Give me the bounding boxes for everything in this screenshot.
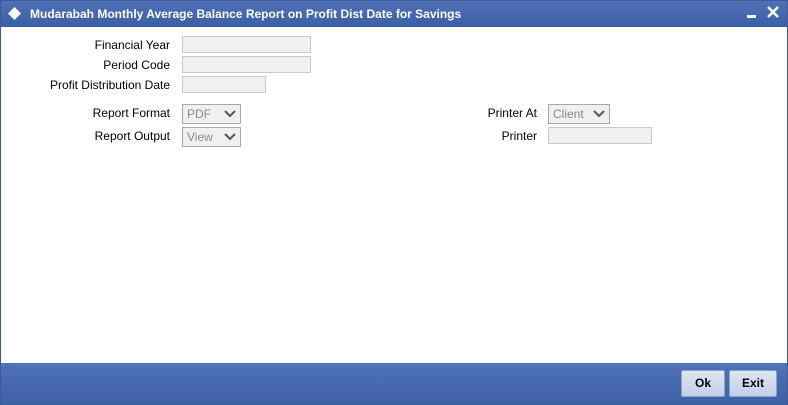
profit-distribution-date-input[interactable] xyxy=(182,76,266,93)
period-code-label: Period Code xyxy=(103,58,170,72)
diamond-icon xyxy=(8,7,21,20)
report-format-value: PDF xyxy=(187,107,211,121)
report-output-label: Report Output xyxy=(94,129,170,143)
report-format-label: Report Format xyxy=(92,106,170,120)
profit-distribution-date-label: Profit Distribution Date xyxy=(49,78,170,92)
report-output-select[interactable]: View xyxy=(182,127,241,147)
printer-at-select[interactable]: Client xyxy=(548,104,610,124)
title-bar: Mudarabah Monthly Average Balance Report… xyxy=(1,1,787,27)
printer-input[interactable] xyxy=(548,127,652,144)
financial-year-input[interactable] xyxy=(182,36,311,53)
minimize-icon[interactable] xyxy=(743,4,761,22)
exit-button[interactable]: Exit xyxy=(729,370,777,397)
footer-bar: Ok Exit xyxy=(1,363,787,404)
report-format-select[interactable]: PDF xyxy=(182,104,241,124)
printer-label: Printer xyxy=(501,129,537,143)
printer-at-value: Client xyxy=(553,107,584,121)
ok-button[interactable]: Ok xyxy=(681,370,725,397)
window-title: Mudarabah Monthly Average Balance Report… xyxy=(30,7,462,21)
chevron-down-icon xyxy=(593,110,605,118)
close-icon[interactable] xyxy=(764,4,782,22)
printer-at-label: Printer At xyxy=(487,106,537,120)
report-output-value: View xyxy=(187,130,213,144)
form-area: Financial Year Period Code Profit Distri… xyxy=(1,27,787,363)
period-code-input[interactable] xyxy=(182,56,311,73)
financial-year-label: Financial Year xyxy=(94,38,170,52)
chevron-down-icon xyxy=(224,133,236,141)
chevron-down-icon xyxy=(224,110,236,118)
report-window: Mudarabah Monthly Average Balance Report… xyxy=(0,0,788,405)
